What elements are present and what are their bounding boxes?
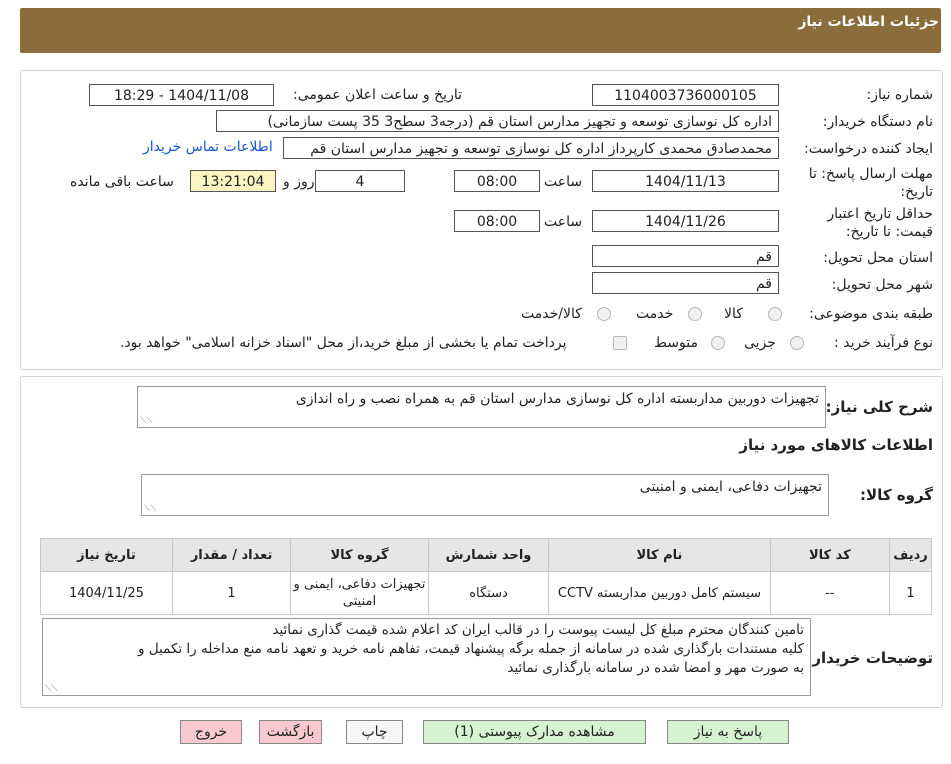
province-field: قم [592, 245, 779, 267]
col-header-group: گروه کالا [290, 538, 429, 572]
view-attachments-button[interactable]: مشاهده مدارک پیوستی (1) [423, 720, 646, 744]
deadline-time-label: ساعت [544, 174, 583, 190]
page-title: جزئیات اطلاعات نیاز [798, 14, 939, 30]
notes-line-1: تامین کنندگان محترم مبلغ کل لیست پیوست ر… [272, 622, 804, 638]
cell-unit: دستگاه [427, 571, 550, 615]
treasury-checkbox[interactable] [613, 336, 627, 350]
remaining-label: ساعت باقی مانده [70, 174, 174, 190]
deadline-label: مهلت ارسال پاسخ: تا [808, 166, 933, 182]
items-table: ردیف کد کالا نام کالا واحد شمارش گروه کا… [40, 538, 932, 615]
validity-time-label: ساعت [544, 214, 583, 230]
requester-field: محمدصادق محمدی کارپرداز اداره کل نوسازی … [283, 137, 779, 159]
exit-button[interactable]: خروج [180, 720, 242, 744]
category-radio-goods[interactable] [768, 307, 782, 321]
need-number-label: شماره نیاز: [866, 87, 934, 103]
back-button[interactable]: بازگشت [259, 720, 322, 744]
resize-grip-icon[interactable]: ⟋⟋ [144, 505, 157, 514]
province-label: استان محل تحویل: [823, 250, 933, 266]
process-label: نوع فرآیند خرید : [834, 335, 933, 351]
process-radio-medium[interactable] [711, 336, 725, 350]
category-option-service: خدمت [636, 306, 674, 322]
reply-button[interactable]: پاسخ به نیاز [667, 720, 789, 744]
city-label: شهر محل تحویل: [831, 277, 933, 293]
deadline-time-field: 08:00 [454, 170, 540, 192]
validity-label-2: قیمت: تا تاریخ: [845, 224, 933, 240]
validity-label: حداقل تاریخ اعتبار [827, 206, 933, 222]
notes-label: توضیحات خریدار: [806, 649, 933, 667]
print-button[interactable]: چاپ [346, 720, 403, 744]
cell-quantity: 1 [171, 571, 292, 615]
goods-group-label: گروه کالا: [860, 486, 933, 504]
summary-text: تجهیزات دوربین مداربسته اداره کل نوسازی … [137, 386, 826, 428]
notes-text: تامین کنندگان محترم مبلغ کل لیست پیوست ر… [42, 618, 811, 696]
days-field: 4 [315, 170, 405, 192]
validity-time-field: 08:00 [454, 210, 540, 232]
city-field: قم [592, 272, 779, 294]
announce-field: 1404/11/08 - 18:29 [89, 84, 274, 106]
days-label: روز و [283, 174, 315, 190]
need-number-field: 1104003736000105 [592, 84, 779, 106]
cell-name: سیستم کامل دوربین مداربسته CCTV [548, 571, 771, 615]
category-option-goods-service: کالا/خدمت [521, 306, 582, 322]
table-row: 1 -- سیستم کامل دوربین مداربسته CCTV دست… [40, 571, 932, 615]
deadline-date-field: 1404/11/13 [592, 170, 779, 192]
deadline-label-2: تاریخ: [900, 184, 933, 200]
cell-row-number: 1 [889, 571, 932, 615]
cell-date: 1404/11/25 [40, 571, 173, 615]
process-option-medium: متوسط [654, 335, 698, 351]
announce-label: تاریخ و ساعت اعلان عمومی: [293, 87, 462, 103]
category-option-goods: کالا [724, 306, 743, 322]
cell-code: -- [769, 571, 891, 615]
col-header-date: تاریخ نیاز [40, 538, 173, 572]
category-radio-goods-service[interactable] [597, 307, 611, 321]
contact-buyer-link[interactable]: اطلاعات تماس خریدار [143, 139, 273, 155]
cell-group: تجهیزات دفاعی، ایمنی و امنیتی [290, 571, 429, 615]
notes-line-2: کلیه مستندات بارگذاری شده در سامانه از ج… [138, 641, 804, 657]
payment-note: پرداخت تمام یا بخشی از مبلغ خرید،از محل … [120, 335, 567, 351]
col-header-unit: واحد شمارش [427, 538, 550, 572]
resize-grip-icon[interactable]: ⟋⟋ [140, 417, 153, 426]
goods-info-title: اطلاعات کالاهای مورد نیاز [739, 436, 933, 454]
requester-label: ایجاد کننده درخواست: [804, 141, 933, 157]
buyer-org-label: نام دستگاه خریدار: [822, 114, 933, 130]
notes-line-3: به صورت مهر و امضا شده در سامانه بارگذار… [507, 660, 804, 676]
category-label: طبقه بندی موضوعی: [809, 306, 933, 322]
remaining-time-field: 13:21:04 [190, 170, 276, 192]
resize-grip-icon[interactable]: ⟋⟋ [45, 685, 58, 694]
buyer-org-field: اداره کل نوسازی توسعه و تجهیز مدارس استا… [216, 110, 779, 132]
table-header-row: ردیف کد کالا نام کالا واحد شمارش گروه کا… [40, 538, 932, 572]
process-radio-minor[interactable] [790, 336, 804, 350]
col-header-name: نام کالا [548, 538, 771, 572]
col-header-code: کد کالا [769, 538, 891, 572]
summary-label: شرح کلی نیاز: [825, 398, 933, 416]
goods-group-text: تجهیزات دفاعی، ایمنی و امنیتی ⟋⟋ [141, 474, 829, 516]
col-header-row-number: ردیف [889, 538, 932, 572]
col-header-quantity: تعداد / مقدار [171, 538, 292, 572]
category-radio-service[interactable] [688, 307, 702, 321]
validity-date-field: 1404/11/26 [592, 210, 779, 232]
process-option-minor: جزیی [744, 335, 776, 351]
